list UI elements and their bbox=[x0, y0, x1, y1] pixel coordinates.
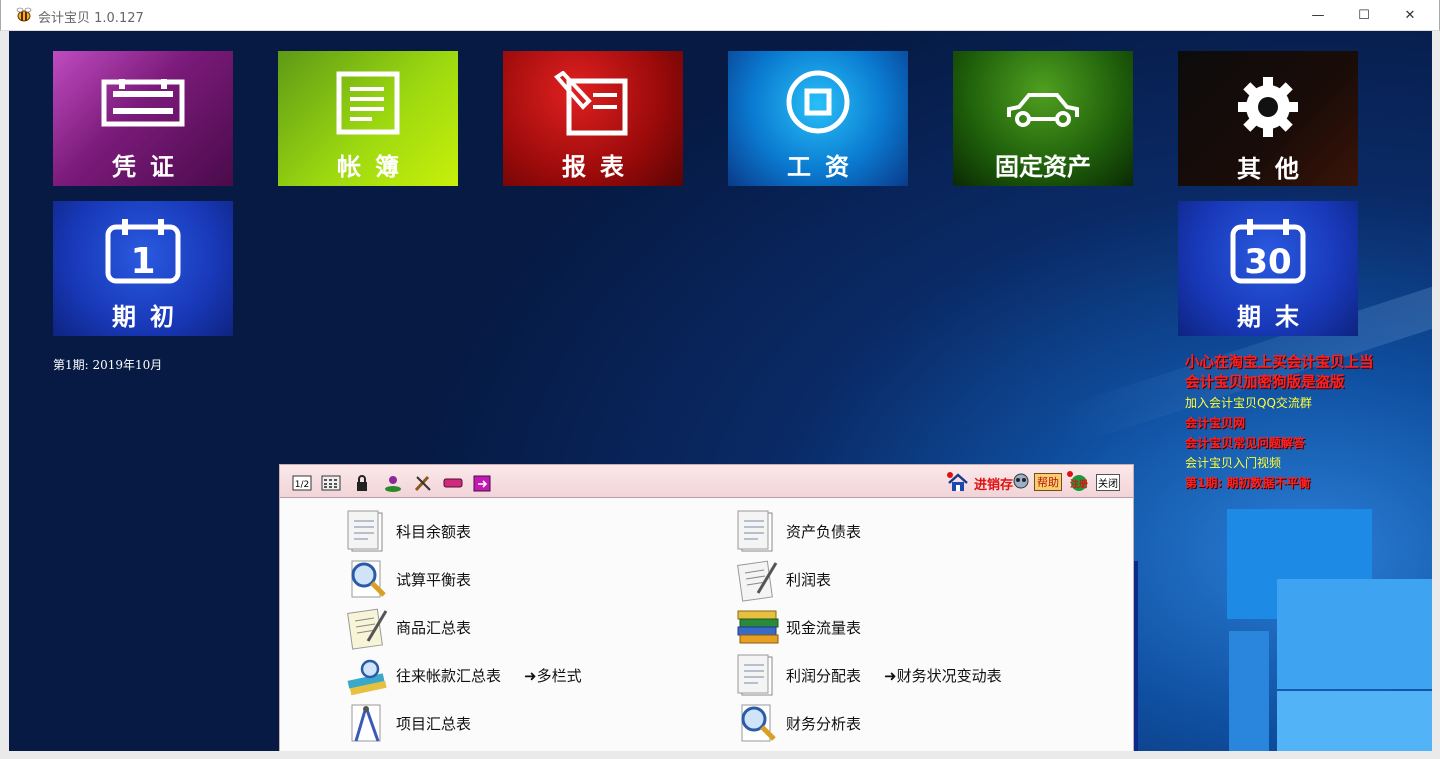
fraction-icon-text: 1/2 bbox=[295, 480, 309, 490]
notice-opening-imbalance[interactable]: 第1期: 期初数据不平衡 bbox=[1185, 473, 1425, 493]
help-button[interactable]: 帮助 bbox=[1034, 473, 1062, 491]
document-icon bbox=[737, 510, 773, 552]
book-stack-icon bbox=[737, 610, 779, 644]
tile-fixed-assets[interactable]: 固定资产 bbox=[953, 51, 1133, 186]
calendar-day: 1 bbox=[130, 241, 155, 282]
notice-list: 小心在淘宝上买会计宝贝上当 会计宝贝加密狗版是盗版 加入会计宝贝QQ交流群 会计… bbox=[1185, 353, 1425, 493]
tile-report[interactable]: 报表 bbox=[503, 51, 683, 186]
tile-salary-label: 工资 bbox=[787, 153, 863, 181]
report-item-label: 往来帐款汇总表 bbox=[396, 667, 502, 685]
link-faq[interactable]: 会计宝贝常见问题解答 bbox=[1185, 433, 1425, 453]
link-website[interactable]: 会计宝贝网 bbox=[1185, 413, 1425, 433]
report-item-label: 项目汇总表 bbox=[396, 715, 472, 733]
window-bottom-border bbox=[0, 751, 1440, 759]
calendar-day: 30 bbox=[1244, 242, 1291, 282]
tile-voucher[interactable]: 凭证 bbox=[53, 51, 233, 186]
link-qq-group[interactable]: 加入会计宝贝QQ交流群 bbox=[1185, 393, 1425, 413]
window-right-border bbox=[1432, 31, 1440, 759]
calendar-icon: 30 bbox=[1230, 219, 1306, 284]
tile-opening-label: 期初 bbox=[112, 303, 188, 331]
main-desktop: 凭证 帐簿 报表 工资 固定资产 其他 1 期初 30 期末 第1期: 2019… bbox=[9, 31, 1432, 751]
document-icon bbox=[347, 510, 383, 552]
minimize-icon: — bbox=[1311, 8, 1325, 23]
report-item-label: 现金流量表 bbox=[786, 619, 862, 637]
fraction-icon[interactable]: 1/2 bbox=[292, 474, 312, 492]
close-window-button[interactable]: ✕ bbox=[1387, 0, 1433, 31]
windows-logo-pane bbox=[1277, 691, 1432, 751]
salary-icon bbox=[786, 70, 850, 134]
report-panel: 1/2 进销存 帮助 注册 关闭 科目余额表 试算平衡表 商品汇总表 往来帐款汇… bbox=[279, 464, 1134, 751]
tile-salary[interactable]: 工资 bbox=[728, 51, 908, 186]
maximize-button[interactable]: ☐ bbox=[1341, 0, 1387, 31]
home-icon[interactable] bbox=[946, 471, 970, 493]
tile-report-label: 报表 bbox=[562, 153, 638, 181]
tile-other-label: 其他 bbox=[1237, 155, 1313, 183]
period-label: 第1期: 2019年10月 bbox=[53, 358, 163, 372]
close-panel-button[interactable]: 关闭 bbox=[1096, 474, 1120, 491]
lock-icon[interactable] bbox=[352, 474, 372, 492]
report-item-label: 试算平衡表 bbox=[396, 571, 472, 589]
register-text: 注册 bbox=[1070, 478, 1088, 490]
gear-icon bbox=[1238, 77, 1298, 137]
title-bar: 会计宝贝 1.0.127 — ☐ ✕ bbox=[0, 0, 1440, 31]
app-bee-icon bbox=[16, 7, 32, 22]
notice-pirate-warning[interactable]: 会计宝贝加密狗版是盗版 bbox=[1185, 373, 1425, 393]
tile-ledger[interactable]: 帐簿 bbox=[278, 51, 458, 186]
report-item-label: 利润分配表 bbox=[786, 667, 862, 685]
tile-fixed-assets-label: 固定资产 bbox=[995, 153, 1091, 181]
calculator-icon[interactable] bbox=[321, 474, 341, 492]
tile-closing[interactable]: 30 期末 bbox=[1178, 201, 1358, 336]
windows-logo-pane bbox=[1277, 579, 1432, 689]
maximize-icon: ☐ bbox=[1358, 8, 1370, 23]
window-title: 会计宝贝 1.0.127 bbox=[38, 11, 144, 26]
report-item-label: 财务分析表 bbox=[786, 715, 862, 733]
register-globe-icon[interactable]: 注册 bbox=[1066, 470, 1088, 492]
windows-logo-pane bbox=[1229, 631, 1269, 751]
notice-taobao-warning[interactable]: 小心在淘宝上买会计宝贝上当 bbox=[1185, 353, 1425, 373]
multi-column-link[interactable]: ➜多栏式 bbox=[524, 665, 582, 686]
calendar-icon: 1 bbox=[105, 219, 181, 284]
tile-voucher-label: 凭证 bbox=[112, 153, 188, 181]
voucher-icon bbox=[101, 79, 185, 127]
link-intro-video[interactable]: 会计宝贝入门视频 bbox=[1185, 453, 1425, 473]
car-icon bbox=[1007, 93, 1079, 127]
tile-other[interactable]: 其他 bbox=[1178, 51, 1358, 186]
close-icon: ✕ bbox=[1404, 8, 1416, 23]
document-icon bbox=[737, 654, 773, 696]
report-item-label: 商品汇总表 bbox=[396, 619, 472, 637]
books-magnifier-icon bbox=[347, 659, 387, 696]
ledger-icon bbox=[336, 71, 400, 135]
notepad-pen-icon bbox=[347, 608, 388, 650]
tools-icon[interactable] bbox=[413, 474, 433, 492]
user-icon[interactable] bbox=[383, 474, 403, 492]
panel-toolbar: 1/2 进销存 帮助 注册 关闭 bbox=[280, 465, 1133, 498]
minimize-button[interactable]: — bbox=[1295, 0, 1341, 31]
report-item-label: 科目余额表 bbox=[396, 523, 472, 541]
tile-ledger-label: 帐簿 bbox=[337, 153, 413, 181]
magnifier-icon bbox=[351, 560, 386, 598]
report-item-label: 资产负债表 bbox=[786, 523, 862, 541]
magnifier-icon bbox=[741, 704, 776, 742]
tag-icon[interactable] bbox=[443, 474, 463, 492]
inventory-link[interactable]: 进销存 bbox=[974, 474, 1013, 493]
report-icon bbox=[554, 71, 628, 136]
tile-opening[interactable]: 1 期初 bbox=[53, 201, 233, 336]
report-item-label: 利润表 bbox=[786, 571, 832, 589]
exit-icon[interactable] bbox=[472, 474, 492, 492]
tile-closing-label: 期末 bbox=[1237, 303, 1313, 331]
notepad-pen-icon bbox=[737, 560, 778, 602]
robot-icon[interactable] bbox=[1010, 471, 1032, 493]
financial-change-link[interactable]: ➜财务状况变动表 bbox=[884, 665, 1002, 686]
compass-icon bbox=[351, 704, 381, 742]
window-left-border bbox=[0, 31, 9, 759]
